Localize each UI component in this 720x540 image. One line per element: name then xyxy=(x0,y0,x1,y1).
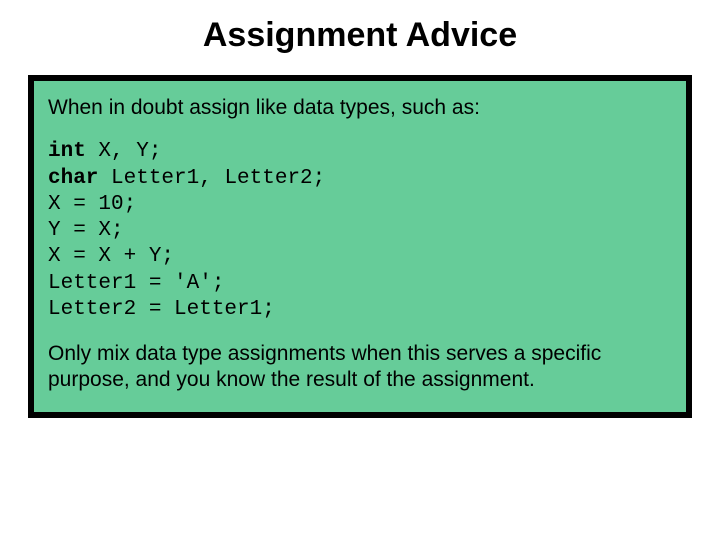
code-line-4: Y = X; xyxy=(48,219,124,242)
code-line-5: X = X + Y; xyxy=(48,245,174,268)
intro-text: When in doubt assign like data types, su… xyxy=(48,95,672,121)
slide-title: Assignment Advice xyxy=(0,0,720,65)
keyword-int: int xyxy=(48,140,86,163)
code-line-7: Letter2 = Letter1; xyxy=(48,298,275,321)
keyword-char: char xyxy=(48,167,98,190)
code-line-2-rest: Letter1, Letter2; xyxy=(98,167,325,190)
code-block: int X, Y; char Letter1, Letter2; X = 10;… xyxy=(48,139,672,323)
code-line-3: X = 10; xyxy=(48,193,136,216)
outro-text: Only mix data type assignments when this… xyxy=(48,341,672,394)
code-line-6: Letter1 = 'A'; xyxy=(48,272,224,295)
slide: Assignment Advice When in doubt assign l… xyxy=(0,0,720,540)
advice-panel: When in doubt assign like data types, su… xyxy=(28,75,692,418)
code-line-1-rest: X, Y; xyxy=(86,140,162,163)
